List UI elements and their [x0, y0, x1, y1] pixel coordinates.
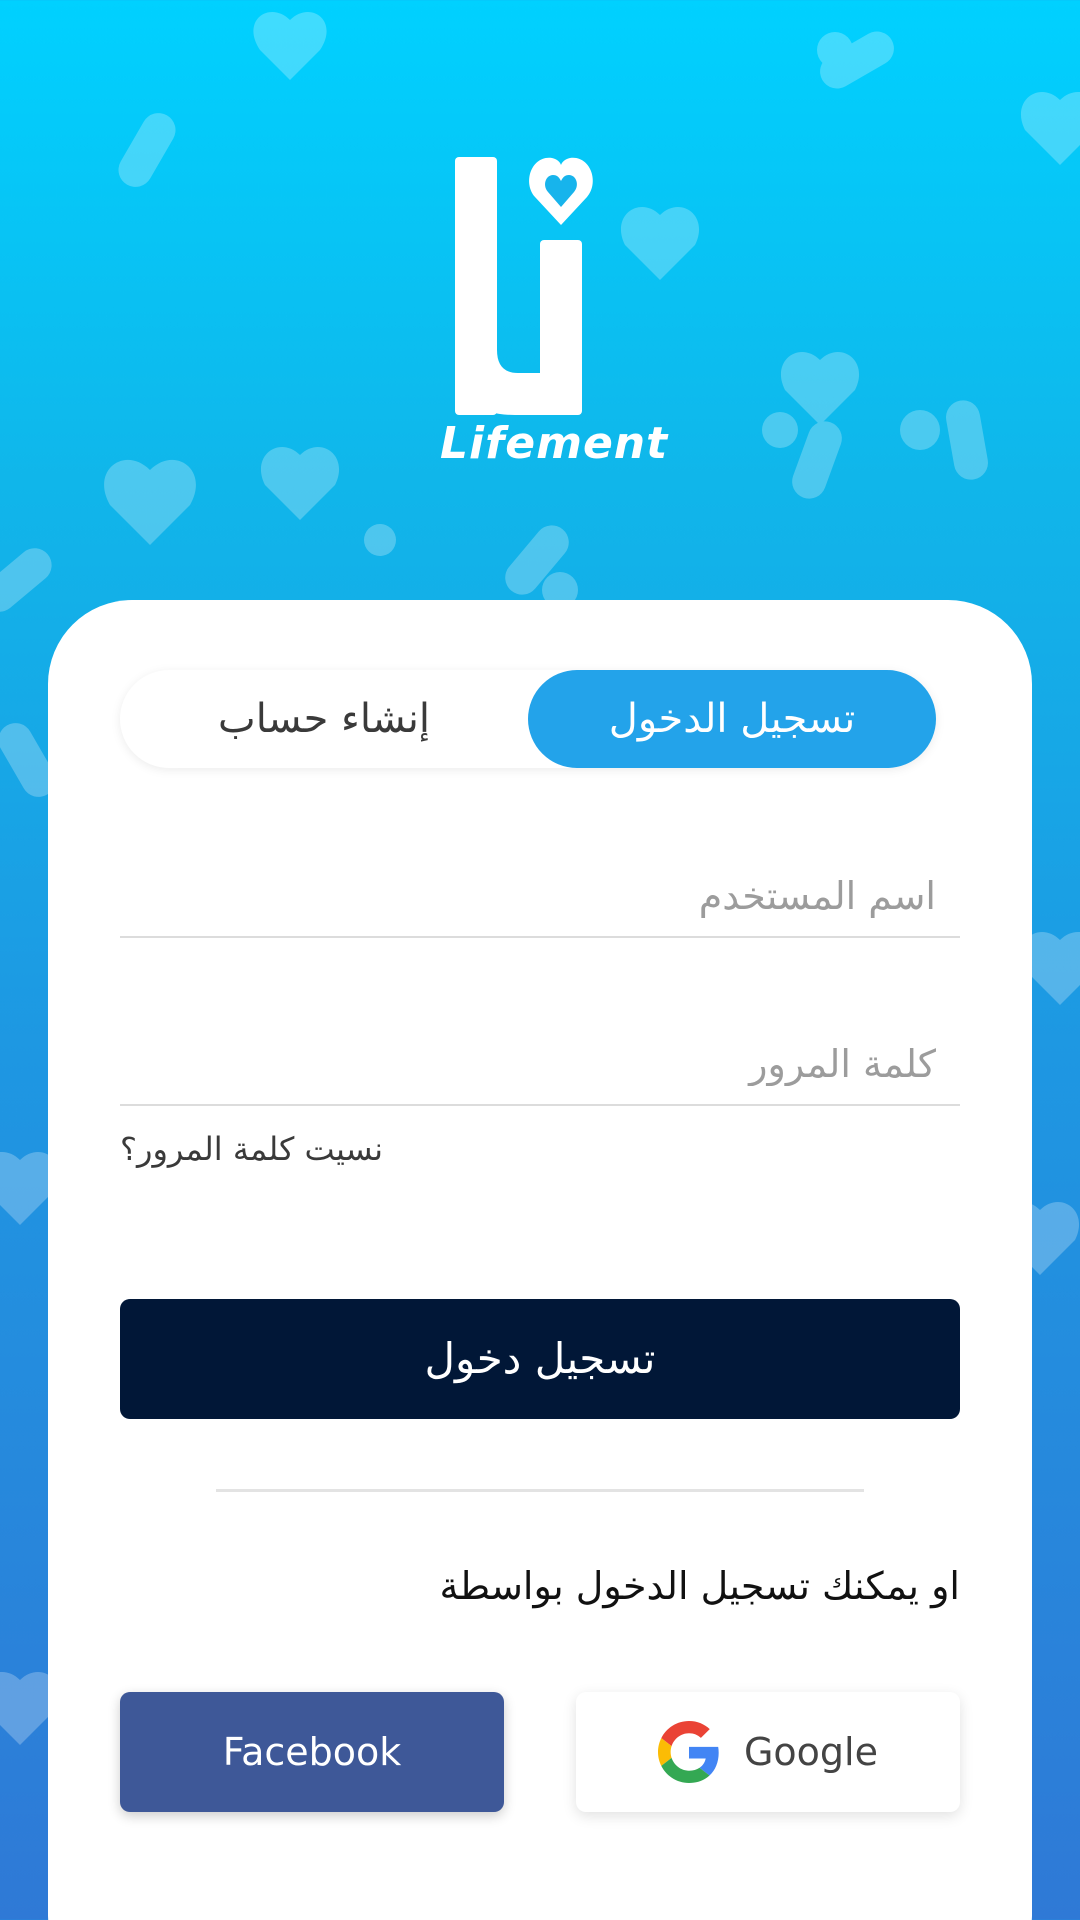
username-input[interactable] [120, 856, 960, 936]
tab-login[interactable]: تسجيل الدخول [528, 670, 936, 768]
google-login-button[interactable]: Google [576, 1692, 960, 1812]
username-field [120, 856, 960, 938]
forgot-password-link[interactable]: نسيت كلمة المرور؟ [120, 1130, 383, 1168]
password-input[interactable] [120, 1024, 960, 1104]
password-field [120, 1024, 960, 1106]
auth-tabs: إنشاء حساب تسجيل الدخول [120, 670, 936, 768]
login-submit-button[interactable]: تسجيل دخول [120, 1299, 960, 1419]
divider [216, 1489, 864, 1492]
tab-register[interactable]: إنشاء حساب [120, 670, 528, 768]
social-login-intro: او يمكنك تسجيل الدخول بواسطة [439, 1564, 960, 1608]
google-icon [657, 1721, 719, 1783]
google-label: Google [743, 1730, 878, 1774]
facebook-login-button[interactable]: Facebook [120, 1692, 504, 1812]
logo-wordmark: Lifement [440, 418, 669, 469]
facebook-label: Facebook [222, 1730, 402, 1774]
